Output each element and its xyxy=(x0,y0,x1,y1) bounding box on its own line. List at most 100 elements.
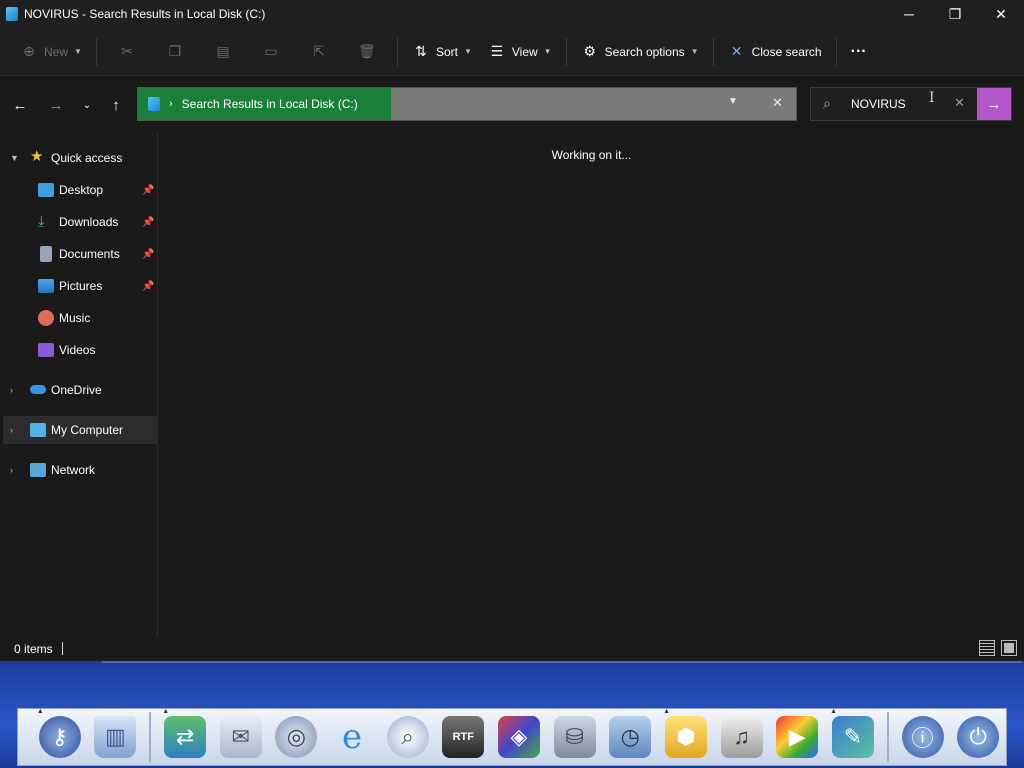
sidebar-item-label: Pictures xyxy=(59,279,103,293)
breadcrumb[interactable]: › Search Results in Local Disk (C:) xyxy=(138,88,391,120)
dock-item-mail[interactable]: ✉ xyxy=(216,712,266,762)
dock-item-cube[interactable]: ◈ xyxy=(494,712,544,762)
power-icon: ⏻ xyxy=(957,716,1000,758)
sort-button[interactable]: ⇅ Sort ▼ xyxy=(404,36,480,68)
breadcrumb-label: Search Results in Local Disk (C:) xyxy=(181,97,358,111)
window-title: NOVIRUS - Search Results in Local Disk (… xyxy=(24,7,266,21)
sidebar-item-quick-access[interactable]: ▼ ★ Quick access xyxy=(0,144,158,172)
cut-button[interactable]: ✂ xyxy=(103,36,151,68)
recent-locations-chevron-icon[interactable]: ⌄ xyxy=(75,93,99,117)
scissors-icon: ✂ xyxy=(121,43,133,59)
rtf-document-icon: RTF xyxy=(442,716,485,758)
dock-item-hexagon-app[interactable]: ▲ ⬢ xyxy=(661,708,711,762)
list-view-icon: ☰ xyxy=(490,43,504,59)
search-clear-icon[interactable]: ✕ xyxy=(954,95,965,111)
dock-item-web[interactable]: ◎ xyxy=(272,712,322,762)
explorer-icon: e xyxy=(341,717,363,757)
paint-icon: ✎ xyxy=(831,716,874,758)
hexagon-app-icon: ⬢ xyxy=(664,716,707,758)
sidebar-item-label: Quick access xyxy=(51,151,123,165)
sidebar-item-music[interactable]: Music xyxy=(0,304,158,332)
chevron-right-icon[interactable]: › xyxy=(10,385,13,395)
view-button[interactable]: ☰ View ▼ xyxy=(480,36,560,68)
sidebar-item-network[interactable]: › Network xyxy=(0,456,158,484)
large-icons-view-icon[interactable] xyxy=(1001,640,1017,656)
delete-button[interactable]: 🗑 xyxy=(343,36,391,68)
network-icon xyxy=(30,463,46,477)
dock-item-power[interactable]: ⏻ xyxy=(953,712,1003,762)
dock-divider xyxy=(149,712,152,762)
dock-item-trash[interactable]: ▥ xyxy=(91,712,141,762)
rename-icon: ▭ xyxy=(264,43,278,59)
dock-item-media-player[interactable]: ▶ xyxy=(772,712,822,762)
pin-icon[interactable]: 📌 xyxy=(142,217,154,228)
address-history-chevron-icon[interactable]: ▼ xyxy=(728,96,738,107)
pin-icon[interactable]: 📌 xyxy=(142,281,154,292)
dock-item-disk-utility[interactable]: ⛁ xyxy=(550,712,600,762)
breadcrumb-chevron-icon[interactable]: › xyxy=(169,98,173,110)
close-search-button[interactable]: ✕ Close search xyxy=(720,36,830,68)
sidebar-item-label: My Computer xyxy=(51,423,124,437)
dock-item-preview[interactable]: ⌕ xyxy=(383,712,433,762)
address-bar[interactable]: › Search Results in Local Disk (C:) ▼ ✕ xyxy=(137,87,797,121)
back-arrow-icon[interactable]: ← xyxy=(8,93,32,117)
search-go-button[interactable]: → xyxy=(977,88,1011,120)
plus-circle-icon: ⊕ xyxy=(23,43,35,59)
sidebar-item-videos[interactable]: Videos xyxy=(0,336,158,364)
clipboard-icon: ▤ xyxy=(216,43,230,59)
chevron-down-icon: ▼ xyxy=(543,47,552,56)
copy-icon: ❐ xyxy=(168,43,182,59)
chevron-down-icon: ▼ xyxy=(74,47,82,56)
dock-item-rtf[interactable]: RTF xyxy=(438,712,488,762)
cube-icon: ◈ xyxy=(497,716,540,758)
results-pane[interactable]: Working on it... xyxy=(159,133,1024,637)
info-icon: ⓘ xyxy=(901,716,944,758)
sidebar-item-documents[interactable]: Documents 📌 xyxy=(0,240,158,268)
pin-icon[interactable]: 📌 xyxy=(142,249,154,260)
copy-button[interactable]: ❐ xyxy=(151,36,199,68)
up-arrow-icon[interactable]: ↑ xyxy=(104,93,128,117)
web-icon: ◎ xyxy=(275,716,318,758)
sort-label: Sort xyxy=(435,44,458,59)
dock-item-migration[interactable]: ▲ ⇄ xyxy=(160,708,210,762)
share-button[interactable]: ⇱ xyxy=(295,36,343,68)
sidebar-item-downloads[interactable]: ⤓ Downloads 📌 xyxy=(0,208,158,236)
dock-item-explorer[interactable]: e xyxy=(327,712,377,762)
close-icon: ✕ xyxy=(730,43,743,59)
time-folder-icon: ◷ xyxy=(609,716,652,758)
sidebar-item-my-computer[interactable]: › My Computer xyxy=(3,416,158,444)
sidebar-item-label: Music xyxy=(59,311,91,325)
dock-item-paint[interactable]: ▲ ✎ xyxy=(828,708,878,762)
dock-item-time-folder[interactable]: ◷ xyxy=(605,712,655,762)
chevron-right-icon[interactable]: › xyxy=(10,465,13,475)
sidebar-item-label: Network xyxy=(51,463,96,477)
sidebar-item-pictures[interactable]: Pictures 📌 xyxy=(0,272,158,300)
sidebar-item-label: Desktop xyxy=(59,183,104,197)
sidebar-item-onedrive[interactable]: › OneDrive xyxy=(0,376,158,404)
chevron-right-icon[interactable]: › xyxy=(10,425,13,435)
paste-button[interactable]: ▤ xyxy=(199,36,247,68)
music-icon xyxy=(38,310,54,326)
new-button[interactable]: ⊕ New ▼ xyxy=(12,36,90,68)
search-icon: ⌕ xyxy=(823,95,831,111)
rename-button[interactable]: ▭ xyxy=(247,36,295,68)
dock-item-info[interactable]: ⓘ xyxy=(898,712,948,762)
maximize-button[interactable]: ❐ xyxy=(932,0,978,28)
details-view-icon[interactable] xyxy=(979,640,995,656)
search-options-button[interactable]: ⚙ Search options ▼ xyxy=(573,36,707,68)
close-button[interactable]: ✕ xyxy=(978,0,1024,28)
sidebar-item-desktop[interactable]: Desktop 📌 xyxy=(0,176,158,204)
more-options-button[interactable]: ··· xyxy=(843,36,875,68)
divider xyxy=(835,37,837,66)
search-box[interactable]: ⌕ NOVIRUS ✕ → xyxy=(810,87,1012,121)
minimize-button[interactable]: ─ xyxy=(886,0,932,28)
chevron-down-icon[interactable]: ▼ xyxy=(10,153,19,163)
search-input[interactable]: NOVIRUS xyxy=(851,97,906,111)
forward-arrow-icon[interactable]: → xyxy=(44,93,68,117)
item-count: 0 items xyxy=(14,642,53,656)
address-clear-icon[interactable]: ✕ xyxy=(772,95,783,111)
pin-icon[interactable]: 📌 xyxy=(142,185,154,196)
dock-item-music[interactable]: ♫ xyxy=(717,712,767,762)
dock-item-keychain[interactable]: ▲ ⚷ xyxy=(35,708,85,762)
command-bar: ⊕ New ▼ ✂ ❐ ▤ ▭ ⇱ 🗑 ⇅ Sort ▼ ☰ View ▼ ⚙ … xyxy=(0,28,1024,76)
